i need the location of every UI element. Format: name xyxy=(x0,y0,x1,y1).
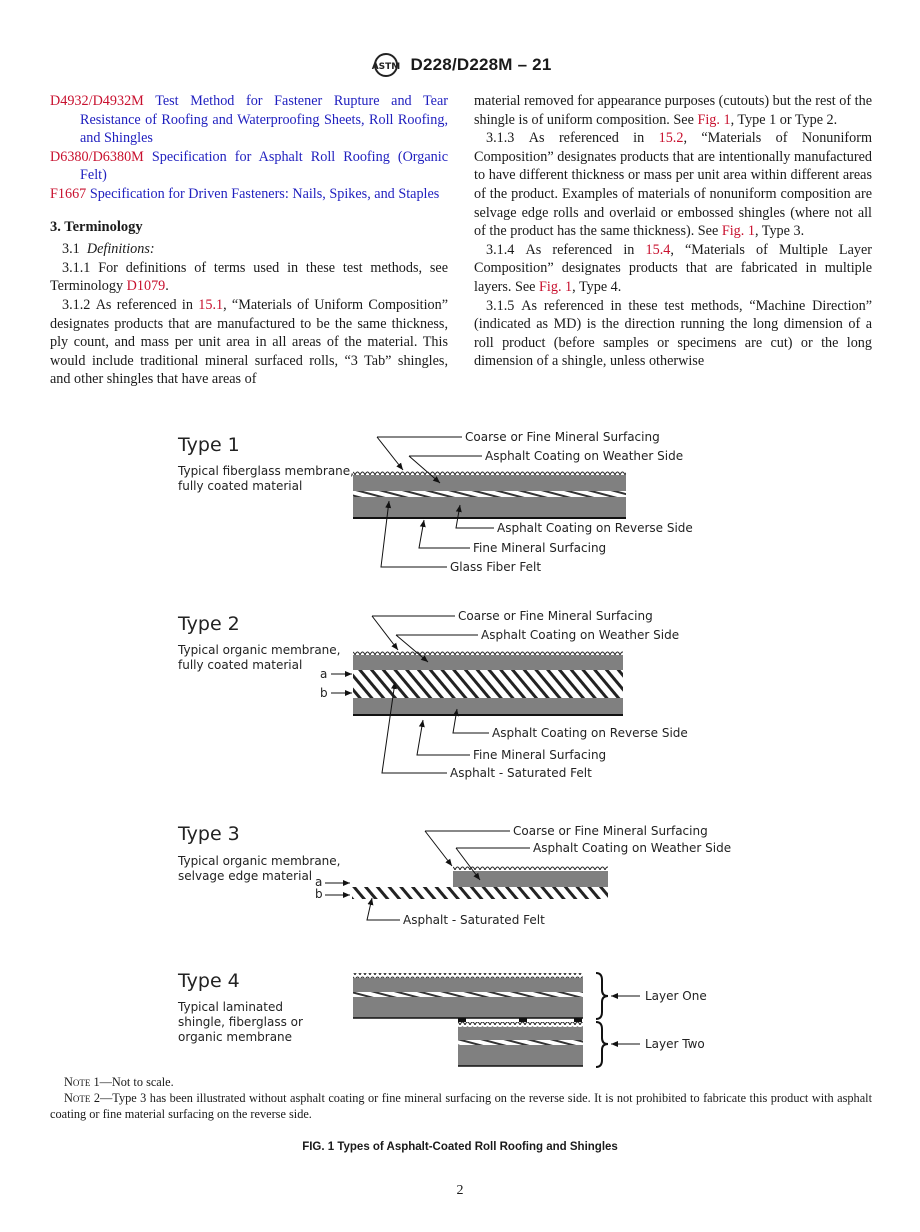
d1079-link[interactable]: D1079 xyxy=(127,278,166,294)
asphalt-coating-weather xyxy=(353,655,623,670)
type-1-desc-line: fully coated material xyxy=(178,479,302,493)
type-2-diagram: Type 2 Typical organic membrane, fully c… xyxy=(177,609,688,780)
asphalt-coating-weather xyxy=(453,871,608,887)
type-3-desc-line: Typical organic membrane, xyxy=(177,854,340,868)
label-coarse-fine-mineral-surfacing: Coarse or Fine Mineral Surfacing xyxy=(458,609,653,623)
type-4-desc-line: organic membrane xyxy=(178,1030,292,1044)
type-2-title: Type 2 xyxy=(177,613,240,635)
label-asphalt-saturated-felt: Asphalt - Saturated Felt xyxy=(403,913,545,927)
subsection-3-1-2-continued: material removed for appearance purposes… xyxy=(474,93,872,128)
type-4-desc-line: Typical laminated xyxy=(177,1000,283,1014)
label-coarse-fine-mineral-surfacing: Coarse or Fine Mineral Surfacing xyxy=(513,824,708,838)
svg-text:ASTM: ASTM xyxy=(371,62,400,72)
section-heading: 3. Terminology xyxy=(50,218,143,235)
type-3-desc-line: selvage edge material xyxy=(178,869,312,883)
subsection-3-1: 3.1 Definitions: xyxy=(62,241,155,258)
type-1-title: Type 1 xyxy=(177,434,240,456)
adhesive-strip xyxy=(458,1018,466,1022)
layer-two-brace xyxy=(595,1021,609,1068)
reference-code-link[interactable]: D4932/D4932M xyxy=(50,93,144,109)
figure-1-diagram: Type 1 Typical fiberglass membrane, full… xyxy=(177,430,731,1068)
type-2-desc-line: fully coated material xyxy=(178,658,302,672)
layer-two-felt xyxy=(458,1040,583,1045)
document-designation: D228/D228M – 21 xyxy=(410,55,552,74)
label-asphalt-coating-reverse-side: Asphalt Coating on Reverse Side xyxy=(497,521,693,535)
fig-1-link[interactable]: Fig. 1 xyxy=(722,223,755,239)
left-column: D4932/D4932M Test Method for Fastener Ru… xyxy=(50,92,448,389)
reference-code-link[interactable]: D6380/D6380M xyxy=(50,149,144,165)
section-15-4-link[interactable]: 15.4 xyxy=(646,242,671,258)
marker-b: b xyxy=(315,887,323,901)
section-15-2-link[interactable]: 15.2 xyxy=(659,130,684,146)
reference-title-link[interactable]: Specification for Driven Fasteners: Nail… xyxy=(90,186,440,202)
label-asphalt-coating-weather-side: Asphalt Coating on Weather Side xyxy=(481,628,679,642)
label-coarse-fine-mineral-surfacing: Coarse or Fine Mineral Surfacing xyxy=(465,430,660,444)
glass-fiber-felt xyxy=(353,491,626,497)
note-1: Note 1—Not to scale. xyxy=(64,1075,174,1089)
type-3-title: Type 3 xyxy=(177,823,240,845)
figure-notes: Note 1—Not to scale. Note 2—Type 3 has b… xyxy=(50,1074,872,1122)
figure-1: Type 1 Typical fiberglass membrane, full… xyxy=(160,420,800,1070)
fig-1-link[interactable]: Fig. 1 xyxy=(539,279,572,295)
layer-one-surfacing xyxy=(353,973,583,978)
layer-one-brace xyxy=(595,972,609,1020)
label-asphalt-coating-weather-side: Asphalt Coating on Weather Side xyxy=(533,841,731,855)
type-4-desc-line: shingle, fiberglass or xyxy=(178,1015,303,1029)
type-2-desc-line: Typical organic membrane, xyxy=(177,643,340,657)
reference-item: D6380/D6380M Specification for Asphalt R… xyxy=(50,148,448,185)
label-layer-one: Layer One xyxy=(645,989,707,1003)
subsection-title: Definitions: xyxy=(86,241,155,258)
reference-item: F1667 Specification for Driven Fasteners… xyxy=(50,185,448,204)
astm-logo-icon: ASTM xyxy=(371,53,400,77)
reference-item: D4932/D4932M Test Method for Fastener Ru… xyxy=(50,92,448,148)
subsection-3-1-5: 3.1.5 As referenced in these test method… xyxy=(474,297,873,370)
marker-a: a xyxy=(320,667,327,681)
document-header: ASTM D228/D228M – 21 xyxy=(0,52,920,82)
section-15-1-link[interactable]: 15.1 xyxy=(198,297,223,313)
asphalt-coating-reverse xyxy=(353,698,623,714)
label-glass-fiber-felt: Glass Fiber Felt xyxy=(450,560,541,574)
note-2: Note 2—Type 3 has been illustrated witho… xyxy=(50,1091,872,1121)
type-1-desc-line: Typical fiberglass membrane, xyxy=(177,464,354,478)
type-1-diagram: Type 1 Typical fiberglass membrane, full… xyxy=(177,430,693,574)
type-4-diagram: Type 4 Typical laminated shingle, fiberg… xyxy=(177,970,707,1068)
type-4-title: Type 4 xyxy=(177,970,240,992)
layer-one-felt xyxy=(353,992,583,997)
mineral-surfacing xyxy=(353,650,623,655)
right-column: material removed for appearance purposes… xyxy=(474,92,872,371)
subsection-3-1-3: 3.1.3 As referenced in 15.2, “Materials … xyxy=(474,130,872,240)
layer-one-asphalt xyxy=(353,978,583,1018)
mineral-surfacing xyxy=(353,470,626,475)
type-3-diagram: Type 3 Typical organic membrane, selvage… xyxy=(177,823,731,927)
label-asphalt-saturated-felt: Asphalt - Saturated Felt xyxy=(450,766,592,780)
reference-code-link[interactable]: F1667 xyxy=(50,186,86,202)
label-fine-mineral-surfacing: Fine Mineral Surfacing xyxy=(473,541,606,555)
label-asphalt-coating-weather-side: Asphalt Coating on Weather Side xyxy=(485,449,683,463)
label-asphalt-coating-reverse-side: Asphalt Coating on Reverse Side xyxy=(492,726,688,740)
adhesive-strip xyxy=(574,1018,582,1022)
marker-b: b xyxy=(320,686,328,700)
saturated-felt xyxy=(352,887,608,899)
mineral-surfacing xyxy=(453,866,608,871)
page-number: 2 xyxy=(456,1183,464,1198)
layer-two-surfacing xyxy=(458,1022,583,1027)
figure-caption: FIG. 1 Types of Asphalt-Coated Roll Roof… xyxy=(302,1141,618,1153)
subsection-3-1-2: 3.1.2 As referenced in 15.1, “Materials … xyxy=(50,296,448,388)
adhesive-strip xyxy=(519,1018,527,1022)
subsection-3-1-1: 3.1.1 For definitions of terms used in t… xyxy=(50,259,448,295)
subsection-3-1-4: 3.1.4 As referenced in 15.4, “Materials … xyxy=(474,241,873,295)
fig-1-link[interactable]: Fig. 1 xyxy=(697,112,730,128)
layer-two-asphalt xyxy=(458,1027,583,1066)
label-layer-two: Layer Two xyxy=(645,1037,705,1051)
label-fine-mineral-surfacing: Fine Mineral Surfacing xyxy=(473,748,606,762)
